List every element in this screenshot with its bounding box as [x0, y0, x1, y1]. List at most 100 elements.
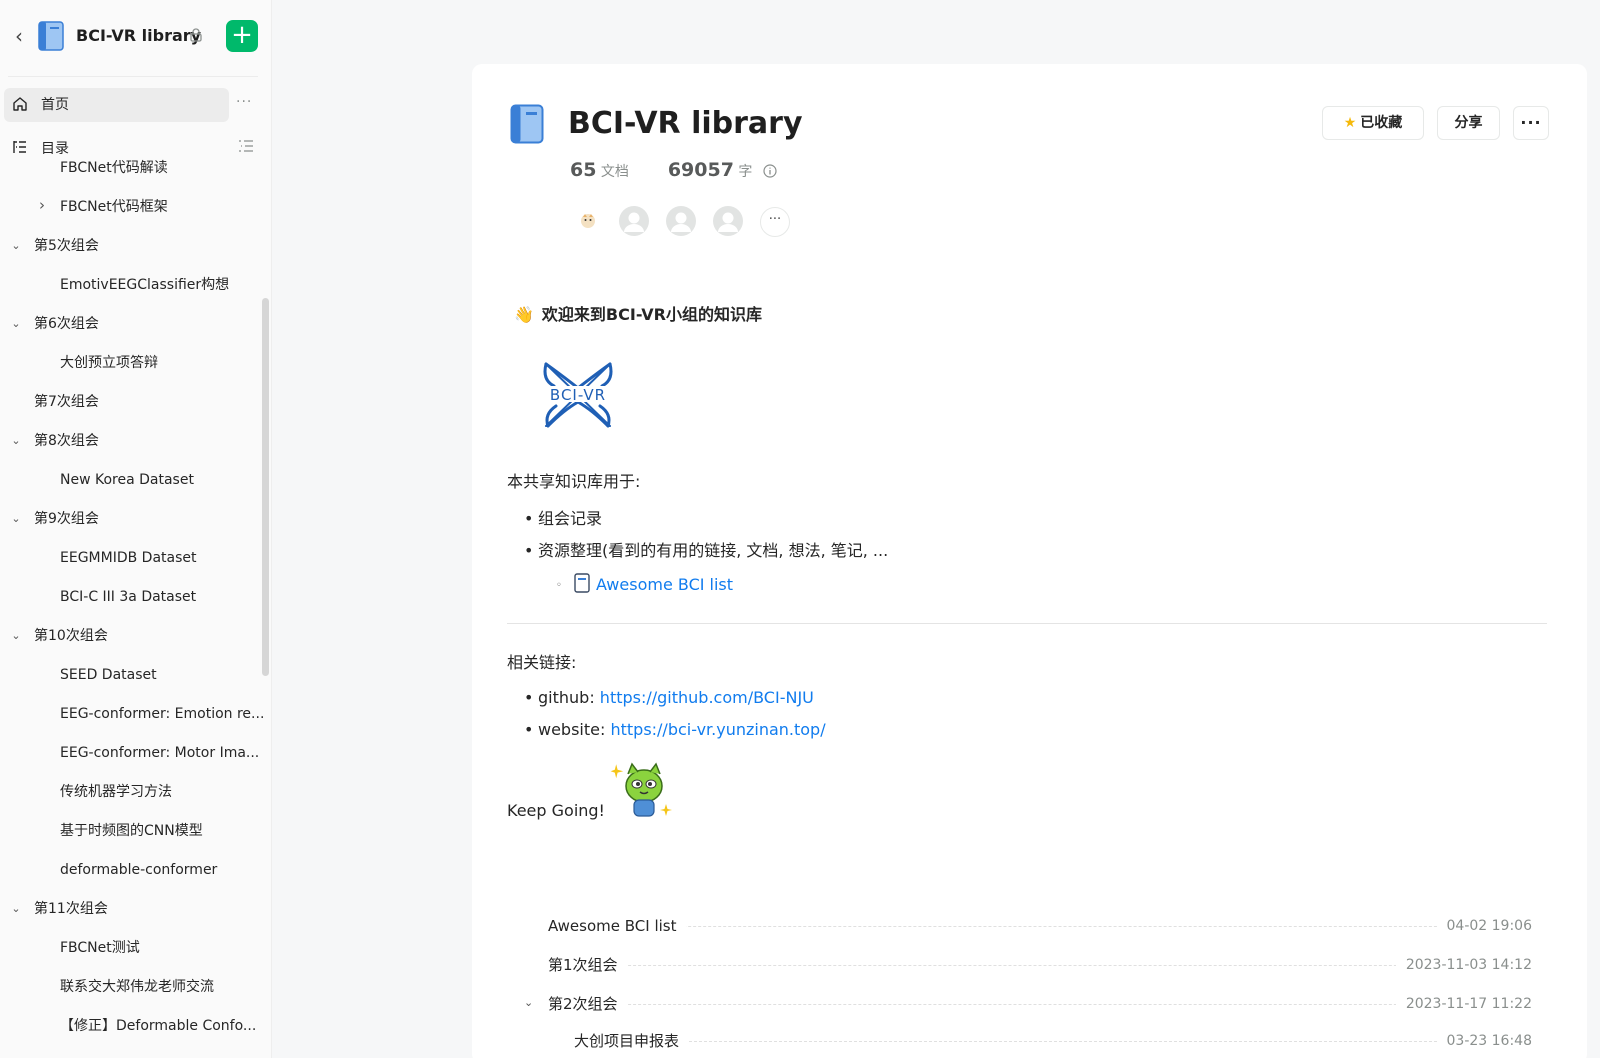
star-icon: ★ — [1343, 115, 1357, 131]
welcome-heading: 👋 欢迎来到BCI-VR小组的知识库 — [514, 303, 762, 327]
doc-count: 65 — [570, 159, 597, 181]
sidebar-divider — [8, 76, 258, 77]
toc-item-label: 联系交大郑伟龙老师交流 — [60, 979, 214, 995]
sidebar-scrollbar[interactable] — [262, 298, 269, 676]
catalog-leader-line — [548, 1004, 1522, 1005]
toc-item[interactable]: 大创预立项答辩 — [0, 349, 258, 379]
toc-item-label: FBCNet代码框架 — [60, 199, 168, 215]
chevron-down-icon[interactable]: ⌄ — [10, 314, 22, 334]
toc-item-label: EEG-conformer: Emotion re... — [60, 706, 265, 722]
github-link[interactable]: https://github.com/BCI-NJU — [600, 688, 814, 707]
list-item-text: 组会记录 — [538, 509, 603, 528]
lock-icon — [190, 28, 202, 42]
website-label: website: — [538, 720, 611, 739]
toc-item[interactable]: EEG-conformer: Motor Ima... — [0, 739, 259, 769]
links-title: 相关链接: — [507, 653, 577, 672]
add-button[interactable]: + — [226, 20, 258, 52]
toc-item[interactable]: SEED Dataset — [0, 661, 258, 691]
toc-item[interactable]: ⌄ 第10次组会 — [0, 622, 258, 652]
catalog-row[interactable]: 大创项目申报表 03-23 16:48 — [520, 1026, 1532, 1056]
website-link[interactable]: https://bci-vr.yunzinan.top/ — [610, 720, 825, 739]
favorite-label: 已收藏 — [1360, 115, 1403, 131]
toc-list-icon[interactable] — [238, 139, 254, 153]
toc-item-label: 第9次组会 — [34, 511, 99, 527]
keep-going-text: Keep Going! — [507, 801, 605, 820]
toc-item-label: 第10次组会 — [34, 628, 108, 644]
toc-item[interactable]: › FBCNet代码框架 — [0, 193, 258, 223]
toc-item[interactable]: BCI-C III 3a Dataset — [0, 583, 258, 613]
nav-home[interactable]: 首页 — [4, 88, 229, 122]
toc-item[interactable]: 联系交大郑伟龙老师交流 — [0, 973, 258, 1003]
doc-unit: 文档 — [600, 164, 629, 180]
toc-item[interactable]: New Korea Dataset — [0, 466, 258, 496]
book-icon-large — [510, 104, 544, 144]
word-unit: 字 — [738, 164, 753, 180]
toc-item[interactable]: FBCNet测试 — [0, 934, 258, 964]
catalog-title: Awesome BCI list — [548, 915, 687, 937]
toc-item-label: deformable-conformer — [60, 862, 218, 878]
catalog-title: 第1次组会 — [548, 954, 628, 976]
intro-text: 本共享知识库用于: — [507, 472, 641, 491]
catalog-leader-line — [548, 926, 1522, 927]
chevron-down-icon[interactable]: ⌄ — [10, 626, 22, 646]
toc-item[interactable]: EEG-conformer: Emotion re... — [0, 700, 264, 730]
toc-item-label: 第8次组会 — [34, 433, 99, 449]
sidebar-title[interactable]: BCI-VR library — [76, 24, 201, 48]
awesome-bci-link[interactable]: Awesome BCI list — [596, 575, 733, 594]
toc-item-label: 基于时频图的CNN模型 — [60, 823, 203, 839]
toc-item-label: 第5次组会 — [34, 238, 99, 254]
catalog-date: 04-02 19:06 — [1436, 915, 1532, 937]
chevron-down-icon[interactable]: ⌄ — [10, 509, 22, 529]
catalog-leader-line — [548, 965, 1522, 966]
chevron-down-icon[interactable]: ⌄ — [524, 996, 533, 1009]
toc-item[interactable]: ⌄ 第6次组会 — [0, 310, 258, 340]
toc-item[interactable]: ⌄ 第9次组会 — [0, 505, 258, 535]
toc-item[interactable]: 【修正】Deformable Confo... — [0, 1012, 258, 1042]
toc-item[interactable]: 第7次组会 — [0, 388, 258, 418]
toc-item[interactable]: 基于时频图的CNN模型 — [0, 817, 258, 847]
home-more-button[interactable]: ··· — [236, 94, 252, 110]
toc-item[interactable]: deformable-conformer — [0, 856, 258, 886]
toc-item[interactable]: ⌄ 第11次组会 — [0, 895, 258, 925]
catalog-row[interactable]: ⌄ 第2次组会 2023-11-17 11:22 — [520, 989, 1532, 1019]
catalog-title: 大创项目申报表 — [574, 1030, 690, 1052]
toc-item-label: SEED Dataset — [60, 667, 157, 683]
back-button[interactable]: ‹ — [10, 24, 28, 48]
kb-stats: 65 文档 69057 字 — [570, 158, 777, 184]
list-item: • github: https://github.com/BCI-NJU — [524, 688, 814, 707]
list-item: • 组会记录 — [524, 509, 603, 528]
avatar[interactable] — [712, 205, 744, 237]
avatar[interactable] — [665, 205, 697, 237]
favorite-button[interactable]: ★ 已收藏 — [1322, 106, 1424, 140]
avatars-more-button[interactable]: ··· — [760, 207, 790, 237]
toc-item-label: 第11次组会 — [34, 901, 108, 917]
toc-item[interactable]: EEGMMIDB Dataset — [0, 544, 258, 574]
toc-item-label: New Korea Dataset — [60, 472, 194, 488]
more-button[interactable]: ··· — [1513, 106, 1549, 140]
catalog-date: 2023-11-03 14:12 — [1395, 954, 1532, 976]
chevron-down-icon[interactable]: ⌄ — [10, 431, 22, 451]
catalog-date: 03-23 16:48 — [1436, 1030, 1532, 1052]
word-count: 69057 — [667, 159, 734, 181]
sidebar-header: ‹ BCI-VR library + — [0, 0, 271, 72]
toc-item[interactable]: 传统机器学习方法 — [0, 778, 258, 808]
info-icon[interactable] — [763, 164, 777, 178]
chevron-down-icon[interactable]: ⌄ — [10, 899, 22, 919]
avatar[interactable] — [572, 205, 604, 237]
toc-item[interactable]: ⌄ 第5次组会 — [0, 232, 258, 262]
toc-item-label: 【修正】Deformable Confo... — [60, 1018, 257, 1034]
catalog-row[interactable]: Awesome BCI list 04-02 19:06 — [520, 911, 1532, 941]
toc-item[interactable]: EmotivEEGClassifier构想 — [0, 271, 258, 301]
toc-item-label: 大创预立项答辩 — [60, 355, 158, 371]
share-button[interactable]: 分享 — [1437, 106, 1500, 140]
chevron-down-icon[interactable]: ⌄ — [10, 236, 22, 256]
chevron-right-icon[interactable]: › — [36, 195, 48, 215]
toc-item[interactable]: FBCNet代码解读 — [0, 154, 258, 184]
doc-icon — [574, 573, 590, 593]
toc-item-label: 第7次组会 — [34, 394, 99, 410]
home-icon — [13, 97, 27, 111]
avatar[interactable] — [618, 205, 650, 237]
catalog-row[interactable]: 第1次组会 2023-11-03 14:12 — [520, 950, 1532, 980]
toc-item[interactable]: ⌄ 第8次组会 — [0, 427, 258, 457]
list-item-text: 资源整理(看到的有用的链接, 文档, 想法, 笔记, ... — [538, 541, 889, 560]
